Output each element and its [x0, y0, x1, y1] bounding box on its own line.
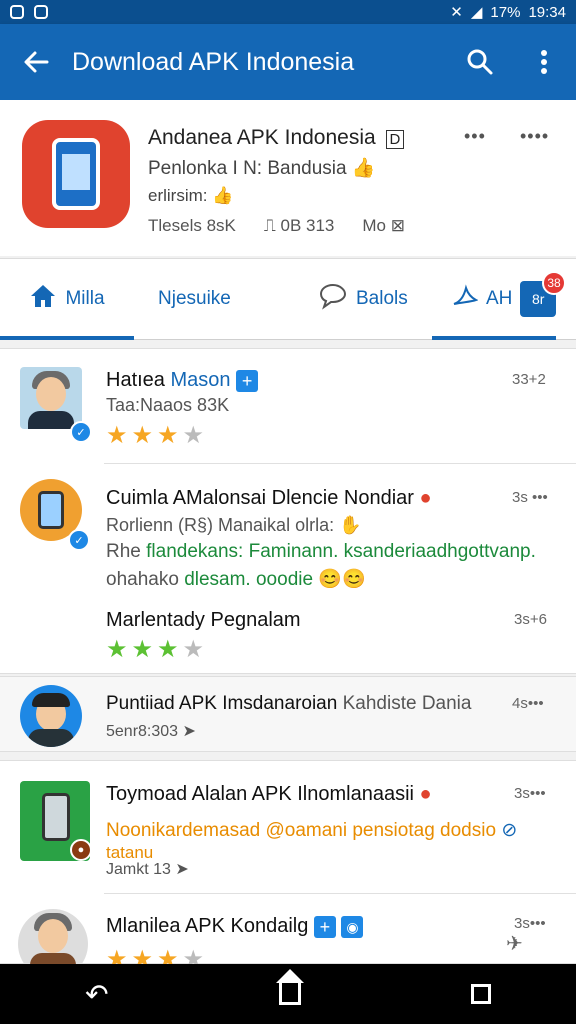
verified-icon: ⊘ [501, 820, 518, 841]
review-subtitle: Taa:Naaos 83K [106, 395, 230, 415]
hand-emoji-icon: 👍 [212, 186, 234, 205]
tab-bar: Milla Njesuike Balols AH 8r 38 [0, 258, 576, 340]
tab-ah[interactable]: AH 8r 38 [432, 259, 566, 340]
list-item[interactable]: Mlanilea APK Kondailg + ◉ 3s••• ✈ ★★★★ [0, 893, 576, 979]
app-name-suffix: D [385, 130, 405, 149]
tab-label: Milla [65, 288, 105, 309]
review-time: 3s••• [514, 915, 546, 932]
message-icon [34, 5, 48, 19]
recent-apps-icon[interactable] [470, 984, 491, 1004]
chat-bubble-icon [318, 282, 348, 316]
star-icon: ★ [106, 636, 132, 663]
star-icon: ★ [131, 422, 158, 449]
review-title: Mlanilea APK Kondailg + ◉ [106, 915, 364, 938]
hand-emoji-icon: 👍 [351, 158, 376, 179]
verified-icon: ● [70, 839, 92, 861]
review-title: Toymoad Alalan APK Ilnomlanaasii ● [106, 783, 432, 805]
status-bar: ✕ ◢ 17% 19:34 [0, 0, 576, 24]
page-title: Download APK Indonesia [72, 47, 355, 76]
tab-home[interactable]: Milla [0, 259, 134, 340]
star-rating: ★★★★ [106, 635, 208, 664]
battery-percent: 17% [490, 3, 521, 21]
stat-size: ⎍ 0B 313 [263, 216, 335, 235]
avatar [20, 685, 82, 747]
add-icon[interactable]: + [313, 915, 336, 938]
review-body: Rhe flandekans: Faminann. ksanderiaadhgo… [106, 541, 536, 562]
emoji-icon: 😊😊 [318, 569, 366, 590]
review-time: 3s••• [514, 785, 546, 802]
star-icon: ★ [182, 422, 209, 449]
star-icon: ★ [182, 636, 209, 663]
review-title: Puntiiad APK Imsdanaroian Kahdiste Dania [106, 693, 472, 714]
list-item[interactable]: Puntiiad APK Imsdanaroian Kahdiste Dania… [0, 677, 576, 753]
review-time-2: 3s+6 [514, 611, 547, 628]
wifi-icon: ◢ [470, 4, 483, 21]
arrow-left-icon[interactable] [0, 49, 72, 75]
app-icon[interactable] [22, 120, 130, 228]
star-icon: ★ [106, 422, 132, 449]
list-item[interactable]: ✓ Hatıea Mason + Taa:Naaos 83K 33+2 ★★★★ [0, 349, 576, 463]
list-item[interactable]: ● Toymoad Alalan APK Ilnomlanaasii ● Noo… [0, 761, 576, 893]
star-icon: ★ [157, 636, 183, 663]
review-body-2: ohahako dlesam. ooodie 😊😊 [106, 569, 366, 590]
emoji-icon: ● [419, 487, 432, 509]
tab-badge[interactable]: 8r 38 [520, 271, 566, 317]
review-time: 33+2 [512, 371, 546, 388]
tab-label: Njesuike [158, 288, 231, 309]
options-dots-2[interactable]: •••• [520, 126, 549, 147]
notification-icon [10, 5, 24, 19]
back-nav-icon[interactable]: ↶ [85, 978, 108, 1011]
app-info-card: Andanea APK Indonesia D Penlonka I N: Ba… [0, 100, 576, 256]
share-icon: ⊠ [390, 216, 405, 235]
bird-icon [452, 284, 479, 314]
verified-icon: ✓ [68, 529, 90, 551]
review-time: 4s••• [512, 695, 544, 712]
review-title: Hatıea Mason + [106, 369, 259, 392]
tab-news[interactable]: Njesuike [158, 259, 231, 339]
more-vert-icon[interactable] [512, 49, 576, 75]
reply-icon[interactable]: ➤ [183, 723, 196, 740]
mute-icon: ✕ [450, 4, 463, 21]
system-nav-bar: ↶ [0, 964, 576, 1024]
home-nav-icon[interactable] [275, 969, 304, 1005]
verified-icon: ✓ [70, 421, 92, 443]
review-title-2: Marlentady Pegnalam [106, 609, 301, 631]
home-icon [29, 283, 57, 315]
app-bar: Download APK Indonesia [0, 24, 576, 100]
review-body: Noonikardemasad @oamani pensiotag dodsio… [106, 820, 518, 841]
star-rating: ★★★★ [106, 421, 208, 450]
app-name: Andanea APK Indonesia D [148, 126, 405, 150]
options-dots-1[interactable]: ••• [464, 126, 486, 147]
review-subtitle: 5enr8:303 ➤ [106, 723, 196, 740]
tab-comments[interactable]: Balols [318, 259, 408, 339]
review-subtitle: Jamkt 13 ➤ [106, 861, 189, 878]
reply-icon[interactable]: ➤ [175, 861, 188, 878]
clock: 19:34 [528, 3, 566, 21]
hand-emoji-icon: ✋ [339, 515, 362, 535]
tab-label: AH [486, 288, 513, 309]
stat-more[interactable]: Mo ⊠ [362, 216, 405, 236]
eye-icon[interactable]: ◉ [341, 915, 364, 938]
avatar [20, 367, 82, 429]
notification-count: 38 [542, 271, 566, 295]
list-item[interactable]: ✓ Cuimla AMalonsai Dlencie Nondiar ● Ror… [0, 463, 576, 675]
app-meta: Tlesels 8sK ⎍ 0B 313 Mo ⊠ [148, 216, 405, 236]
app-subtitle-2: erlirsim: 👍 [148, 186, 234, 205]
thumb-icon: ⎍ [263, 216, 281, 235]
review-time: 3s ••• [512, 489, 548, 506]
review-subtitle: Rorlienn (R§) Manaikal olrla: ✋ [106, 515, 362, 535]
emoji-icon: ● [419, 783, 432, 805]
review-card: ● Toymoad Alalan APK Ilnomlanaasii ● Noo… [0, 760, 576, 979]
search-icon[interactable] [448, 48, 512, 76]
star-icon: ★ [157, 422, 183, 449]
app-subtitle: Penlonka I N: Bandusia 👍 [148, 158, 376, 179]
pin-icon[interactable]: ✈ [506, 931, 523, 956]
star-icon: ★ [131, 636, 158, 663]
stat-downloads: Tlesels 8sK [148, 216, 236, 235]
add-icon[interactable]: + [236, 369, 259, 392]
review-card: Puntiiad APK Imsdanaroian Kahdiste Dania… [0, 676, 576, 752]
review-card: ✓ Hatıea Mason + Taa:Naaos 83K 33+2 ★★★★… [0, 348, 576, 674]
review-title: Cuimla AMalonsai Dlencie Nondiar ● [106, 487, 432, 509]
tab-label: Balols [356, 288, 408, 309]
